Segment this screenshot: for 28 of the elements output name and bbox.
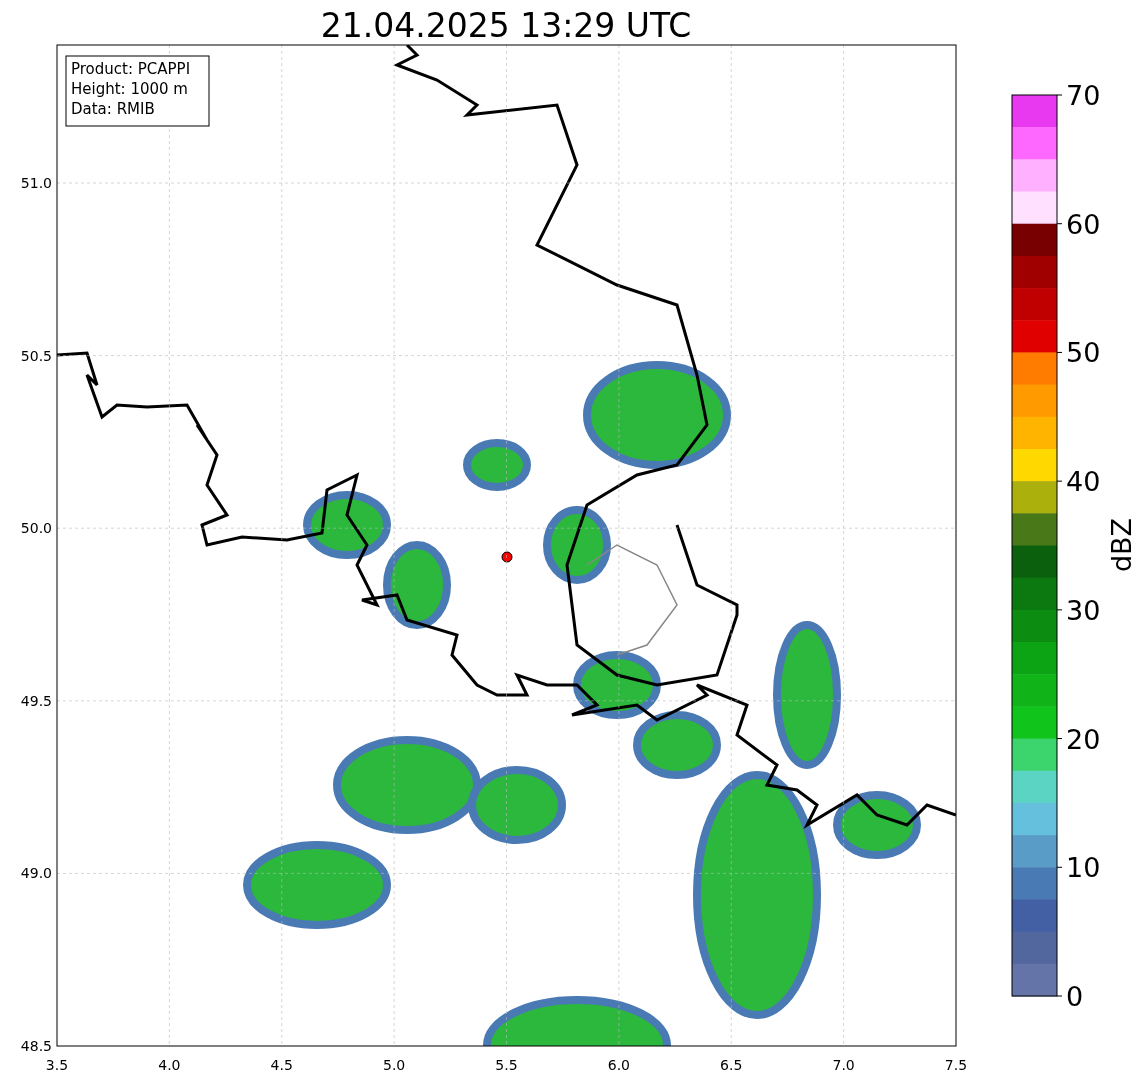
x-tick-label: 5.5 [495, 1057, 518, 1073]
colorbar-tick-label: 30 [1066, 594, 1101, 626]
y-tick-label: 50.5 [20, 347, 52, 364]
info-text: Height: 1000 m [71, 80, 188, 98]
x-tick-label: 4.5 [270, 1057, 293, 1073]
colorbar-tick-label: 60 [1066, 208, 1101, 240]
y-tick-label: 49.5 [20, 692, 52, 709]
x-tick-label: 7.0 [832, 1057, 855, 1073]
y-tick-label: 50.0 [20, 520, 52, 537]
chart-title: 21.04.2025 13:29 UTC [320, 6, 692, 45]
y-tick-label: 49.0 [20, 865, 52, 882]
x-tick-label: 4.0 [158, 1057, 181, 1073]
y-tick-label: 51.0 [20, 175, 52, 191]
colorbar-tick-label: 20 [1066, 723, 1101, 755]
y-tick-label: 48.5 [20, 1038, 52, 1054]
colorbar-tick-label: 10 [1066, 852, 1101, 884]
colorbar-label: dBZ [1106, 517, 1137, 573]
info-text: Product: PCAPPI [71, 60, 191, 78]
x-tick-label: 6.5 [720, 1057, 743, 1073]
colorbar-tick-label: 50 [1066, 337, 1101, 369]
colorbar-tick-label: 40 [1066, 466, 1101, 498]
x-tick-label: 3.5 [45, 1057, 69, 1073]
x-tick-label: 6.0 [607, 1057, 630, 1073]
colorbar-tick-label: 0 [1066, 981, 1084, 1012]
x-tick-label: 7.5 [944, 1057, 968, 1073]
info-text: Data: RMIB [71, 100, 155, 118]
x-tick-label: 5.0 [383, 1057, 406, 1073]
colorbar-tick-label: 70 [1066, 80, 1101, 111]
